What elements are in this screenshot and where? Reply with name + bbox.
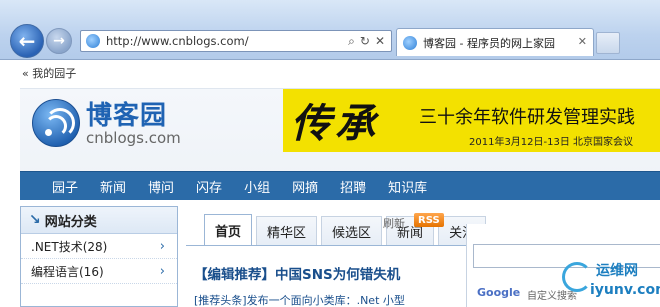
breadcrumb[interactable]: « 我的园子: [22, 65, 76, 81]
site-favicon-icon: [86, 34, 100, 48]
watermark: 运维网 iyunv.com: [560, 258, 660, 307]
category-sidebar: ↘ 网站分类 .NET技术(28) › 编程语言(16) ›: [20, 206, 178, 307]
sidebar-item-dotnet[interactable]: .NET技术(28) ›: [21, 234, 177, 259]
subline-link[interactable]: [推荐头条]发布一个面向小类库：.Net 小型: [194, 292, 405, 307]
nav-item-flash[interactable]: 闪存: [196, 177, 222, 196]
sidebar-item-languages[interactable]: 编程语言(16) ›: [21, 259, 177, 284]
forward-button[interactable]: →: [46, 28, 72, 54]
address-bar[interactable]: http://www.cnblogs.com/ ⌕ ↻ ✕: [80, 30, 392, 52]
google-logo: Google: [477, 286, 521, 299]
close-tab-icon[interactable]: ✕: [578, 35, 587, 48]
back-button[interactable]: ←: [10, 24, 44, 58]
refresh-icon[interactable]: ↻: [360, 34, 370, 49]
address-text[interactable]: http://www.cnblogs.com/: [106, 34, 348, 48]
ad-banner[interactable]: 传承 三十余年软件研发管理实践 2011年3月12日-13日 北京国家会议: [283, 89, 660, 152]
main-nav: 园子 新闻 博问 闪存 小组 网摘 招聘 知识库: [20, 171, 660, 200]
new-tab-button[interactable]: [596, 32, 620, 54]
chevron-right-icon: ›: [159, 238, 165, 254]
nav-item-news[interactable]: 新闻: [100, 177, 126, 196]
headline-link[interactable]: 【编辑推荐】中国SNS为何错失机: [194, 263, 400, 283]
banner-date: 2011年3月12日-13日 北京国家会议: [469, 137, 634, 148]
banner-calligraphy: 传承: [291, 100, 379, 147]
tab-title: 博客园 - 程序员的网上家园: [423, 36, 555, 50]
sidebar-header: ↘ 网站分类: [21, 207, 177, 234]
nav-item-jobs[interactable]: 招聘: [340, 177, 366, 196]
watermark-cn: 运维网: [596, 263, 638, 279]
nav-item-kb[interactable]: 知识库: [388, 177, 427, 196]
sidebar-item-label: 编程语言(16): [31, 264, 104, 279]
arrow-icon: ↘: [29, 212, 41, 228]
tab-divider: [186, 245, 466, 246]
watermark-logo-icon: [562, 262, 592, 292]
tab-favicon-icon: [403, 35, 417, 50]
browser-toolbar: ← → http://www.cnblogs.com/ ⌕ ↻ ✕ 博客园 - …: [0, 0, 660, 60]
logo-domain: cnblogs.com: [86, 129, 181, 147]
chevron-right-icon: ›: [159, 263, 165, 279]
forward-arrow-icon: →: [53, 33, 65, 49]
browser-tab[interactable]: 博客园 - 程序员的网上家园 ✕: [396, 28, 594, 56]
refresh-link[interactable]: 刷新: [383, 215, 405, 231]
logo-rss-icon[interactable]: [32, 99, 80, 147]
tab-home[interactable]: 首页: [204, 214, 253, 246]
banner-title: 三十余年软件研发管理实践: [419, 107, 635, 128]
nav-item-yuanzi[interactable]: 园子: [52, 177, 78, 196]
rss-badge[interactable]: RSS: [414, 213, 444, 227]
back-arrow-icon: ←: [18, 29, 36, 53]
stop-icon[interactable]: ✕: [375, 34, 385, 49]
nav-item-questions[interactable]: 博问: [148, 177, 174, 196]
search-icon[interactable]: ⌕: [348, 34, 355, 49]
tab-featured[interactable]: 精华区: [256, 216, 318, 246]
rss-label: RSS: [418, 214, 440, 226]
tab-candidates[interactable]: 候选区: [321, 216, 383, 246]
watermark-url: iyunv.com: [590, 282, 660, 298]
nav-item-groups[interactable]: 小组: [244, 177, 270, 196]
nav-item-bookmarks[interactable]: 网摘: [292, 177, 318, 196]
sidebar-title: 网站分类: [44, 214, 97, 230]
sidebar-item-label: .NET技术(28): [31, 239, 108, 254]
content-tabs: 首页 精华区 候选区 新闻 关注: [204, 214, 490, 246]
logo-name[interactable]: 博客园: [86, 95, 167, 132]
